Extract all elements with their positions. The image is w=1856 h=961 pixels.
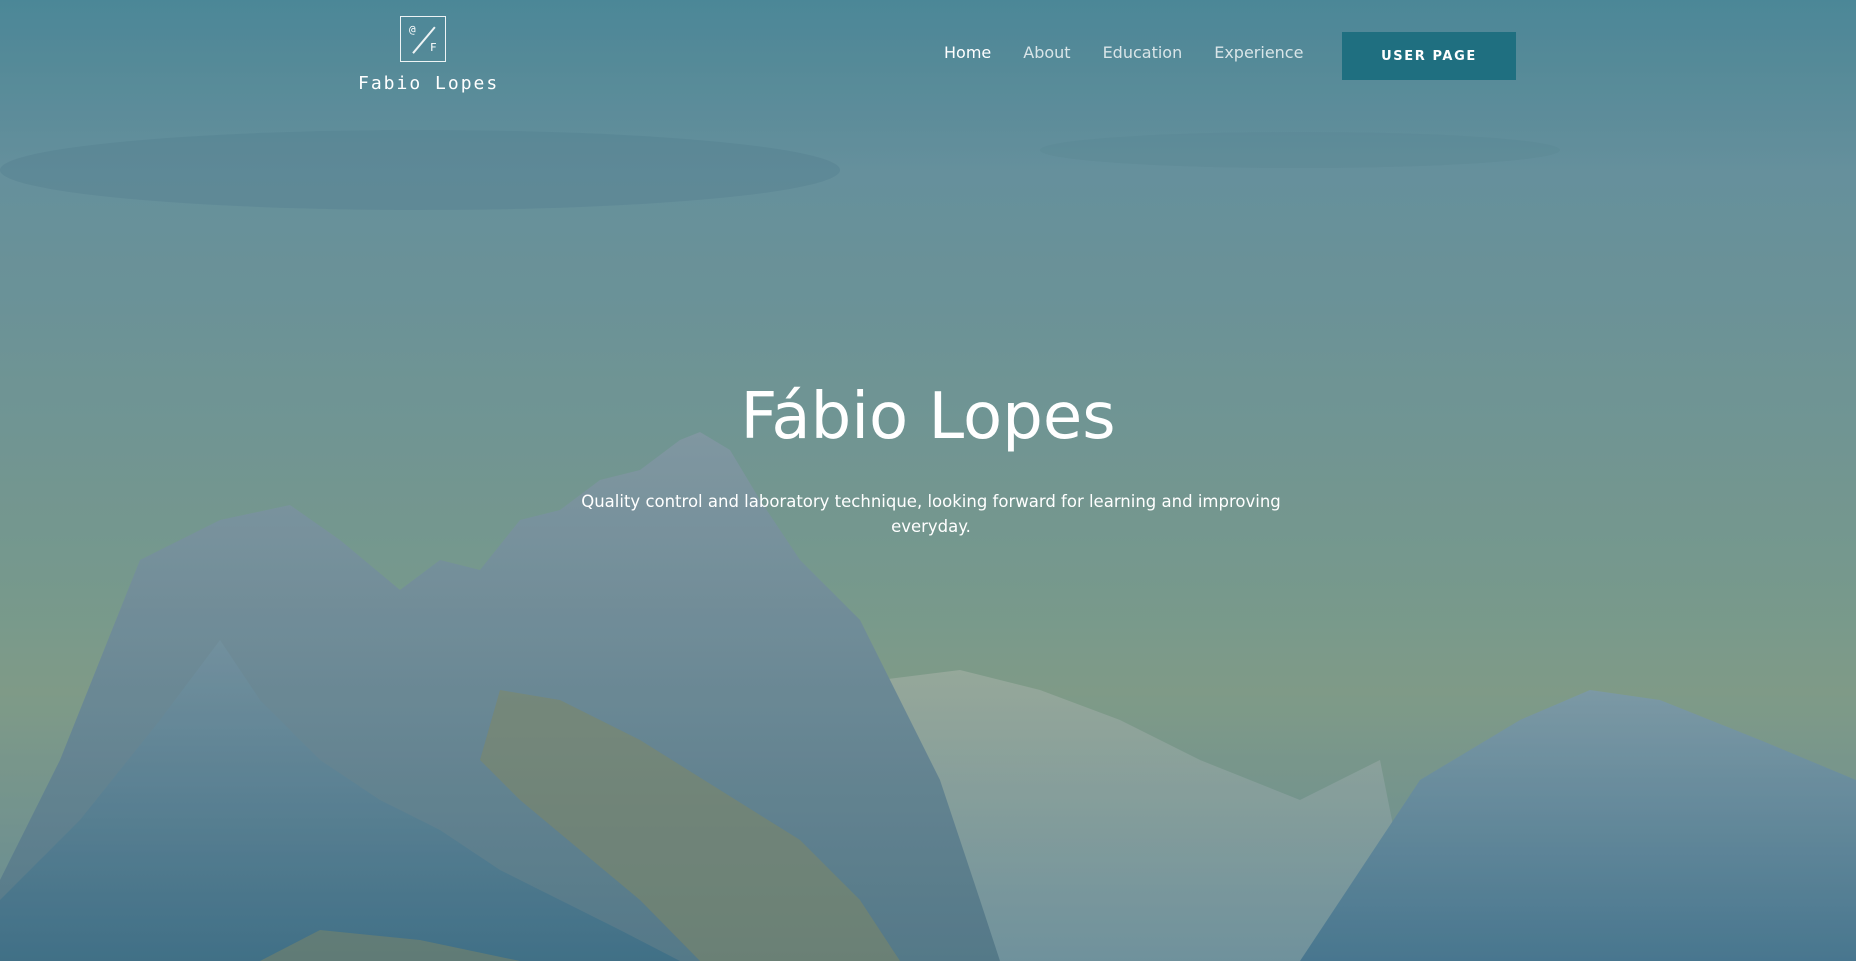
hero-subtitle: Quality control and laboratory technique… [581, 492, 1281, 536]
logo-mark-right: F [430, 41, 437, 54]
monogram-logo-icon: @ F [400, 16, 446, 62]
hero-overlay [0, 0, 1856, 961]
hero-title: Fábio Lopes [740, 380, 1116, 454]
nav-item-experience[interactable]: Experience [1214, 43, 1303, 62]
nav-item-education[interactable]: Education [1103, 43, 1183, 62]
main-nav: Home About Education Experience [944, 43, 1303, 62]
hero-section: @ F Fabio Lopes Home About Education Exp… [0, 0, 1856, 961]
logo-name: Fabio Lopes [358, 73, 500, 94]
nav-item-home[interactable]: Home [944, 43, 991, 62]
nav-item-about[interactable]: About [1023, 43, 1070, 62]
user-page-button[interactable]: USER PAGE [1342, 32, 1516, 80]
site-logo[interactable]: @ F Fabio Lopes [358, 16, 500, 94]
logo-mark-left: @ [409, 23, 416, 36]
